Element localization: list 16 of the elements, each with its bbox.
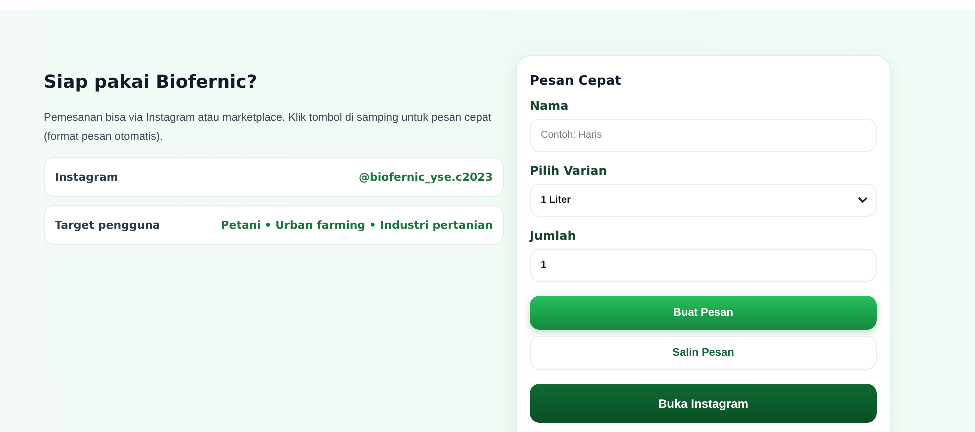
section-title: Siap pakai Biofernic?: [44, 72, 258, 93]
field-label: Jumlah: [530, 229, 578, 243]
order-button[interactable]: Buka Instagram: [530, 384, 877, 423]
chevron-down-icon: [858, 197, 868, 204]
row-value: Petani • Urban farming • Industri pertanian: [221, 218, 493, 232]
order-button[interactable]: Salin Pesan: [530, 336, 877, 370]
row-value: @biofernic_yse.c2023: [359, 170, 493, 184]
description-text: Pemesanan bisa via Instagram atau marketplace. Klik tombol di samping untuk pesan cepat (format pesan otomatis).: [44, 111, 493, 145]
input-field[interactable]: Contoh: Haris: [530, 119, 877, 152]
card-title: Pesan Cepat: [530, 74, 622, 89]
field-label: Pilih Varian: [530, 164, 608, 178]
variant-select[interactable]: 1 Liter: [530, 184, 877, 217]
row-label: Instagram: [55, 170, 118, 184]
input-field[interactable]: 1: [530, 249, 877, 282]
row-label: Target pengguna: [55, 218, 160, 232]
field-label: Nama: [530, 99, 570, 113]
